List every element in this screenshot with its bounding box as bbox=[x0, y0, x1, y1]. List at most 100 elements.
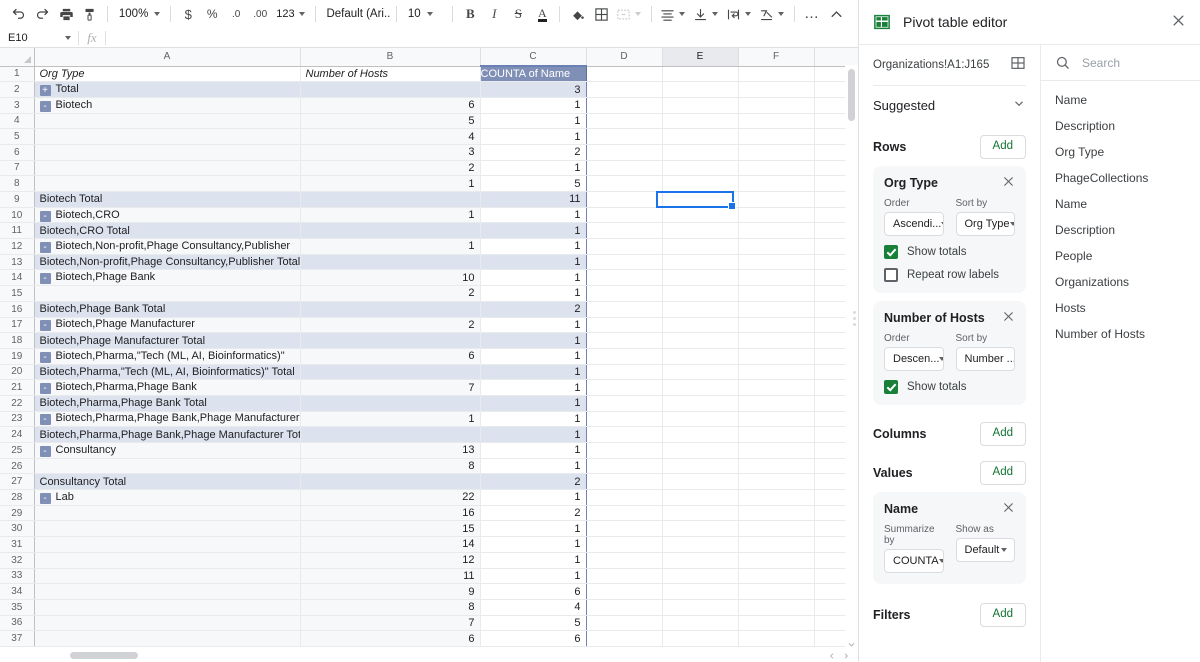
row-header[interactable]: 6 bbox=[0, 144, 35, 161]
cell-f6[interactable] bbox=[738, 144, 815, 161]
cell-b7[interactable]: 2 bbox=[300, 160, 481, 177]
cell-e13[interactable] bbox=[662, 254, 739, 271]
more-options-button[interactable]: … bbox=[800, 3, 824, 25]
row-header[interactable]: 26 bbox=[0, 458, 35, 475]
grid-row[interactable]: 4 51 bbox=[0, 113, 858, 130]
cell-d34[interactable] bbox=[586, 583, 663, 600]
show-totals-checkbox[interactable] bbox=[884, 245, 898, 259]
row-header[interactable]: 11 bbox=[0, 222, 35, 240]
remove-field-button[interactable] bbox=[1002, 501, 1015, 516]
cell-b29[interactable]: 16 bbox=[300, 505, 481, 522]
grid-row[interactable]: 23- Biotech,Pharma,Phage Bank,Phage Manuf… bbox=[0, 411, 858, 428]
collapse-group-icon[interactable]: - bbox=[39, 383, 51, 395]
cell-c33[interactable]: 1 bbox=[480, 568, 587, 585]
show-totals-row[interactable]: Show totals bbox=[884, 380, 1015, 394]
cell-e20[interactable] bbox=[662, 364, 739, 381]
grid-row[interactable]: 37 6 6 bbox=[0, 630, 858, 647]
sort-by-select[interactable]: Org Type bbox=[955, 212, 1015, 236]
grid[interactable]: A B C D E F 1 Org Type Number of Hosts COUN… bbox=[0, 48, 858, 662]
collapse-group-icon[interactable]: - bbox=[39, 492, 51, 504]
cell-b3[interactable]: 6 bbox=[300, 97, 481, 114]
row-header[interactable]: 36 bbox=[0, 615, 35, 632]
cell-a10[interactable]: - Biotech,CRO bbox=[34, 207, 301, 224]
cell-c18[interactable]: 1 bbox=[480, 332, 587, 349]
cell-d33[interactable] bbox=[586, 568, 663, 585]
cell-d4[interactable] bbox=[586, 113, 663, 130]
cell-b37[interactable]: 6 bbox=[300, 630, 481, 647]
cell-d2[interactable] bbox=[586, 81, 663, 98]
row-header[interactable]: 12 bbox=[0, 238, 35, 255]
cell-e14[interactable] bbox=[662, 269, 739, 287]
cell-a24[interactable]: Biotech,Pharma,Phage Bank,Phage Manufact… bbox=[34, 426, 301, 443]
cell-b31[interactable]: 14 bbox=[300, 536, 481, 553]
grid-row[interactable]: 35 8 4 bbox=[0, 599, 858, 616]
cell-f14[interactable] bbox=[738, 269, 815, 287]
cell-c35[interactable]: 4 bbox=[480, 599, 587, 616]
cell-f2[interactable] bbox=[738, 81, 815, 98]
cell-b15[interactable]: 2 bbox=[300, 285, 481, 302]
cell-f25[interactable] bbox=[738, 442, 815, 459]
cell-d23[interactable] bbox=[586, 411, 663, 428]
cell-d30[interactable] bbox=[586, 520, 663, 538]
cell-a26[interactable] bbox=[34, 458, 301, 475]
cell-c28[interactable]: 1 bbox=[480, 489, 587, 506]
grid-row[interactable]: 27 Consultancy Total 2 bbox=[0, 473, 858, 491]
select-range-button[interactable] bbox=[1010, 55, 1026, 76]
cell-d27[interactable] bbox=[586, 473, 663, 491]
grid-row[interactable]: 34 9 6 bbox=[0, 583, 858, 600]
row-header[interactable]: 10 bbox=[0, 207, 35, 224]
cell-f18[interactable] bbox=[738, 332, 815, 349]
vertical-align-selector[interactable] bbox=[690, 3, 723, 25]
grid-row[interactable]: 1 Org Type Number of Hosts COUNTA of Name bbox=[0, 66, 858, 83]
summarize-by-select[interactable]: COUNTA bbox=[884, 549, 944, 573]
cell-b12[interactable]: 1 bbox=[300, 238, 481, 255]
cell-a30[interactable] bbox=[34, 520, 301, 538]
cell-a5[interactable] bbox=[34, 128, 301, 145]
cell-e29[interactable] bbox=[662, 505, 739, 522]
font-family-selector[interactable]: Default (Ari... bbox=[320, 3, 391, 25]
cell-e6[interactable] bbox=[662, 144, 739, 161]
cell-d10[interactable] bbox=[586, 207, 663, 224]
row-header[interactable]: 19 bbox=[0, 348, 35, 365]
cell-f8[interactable] bbox=[738, 175, 815, 192]
cell-d12[interactable] bbox=[586, 238, 663, 255]
sheet-nav-arrows[interactable] bbox=[828, 651, 850, 661]
borders-button[interactable] bbox=[589, 3, 613, 25]
cell-d37[interactable] bbox=[586, 630, 663, 647]
field-list-item[interactable]: Org Type bbox=[1041, 139, 1200, 165]
cell-e35[interactable] bbox=[662, 599, 739, 616]
cell-a35[interactable] bbox=[34, 599, 301, 616]
grid-row[interactable]: 36 7 5 bbox=[0, 615, 858, 632]
cell-c10[interactable]: 1 bbox=[480, 207, 587, 224]
cell-b17[interactable]: 2 bbox=[300, 317, 481, 334]
cell-e32[interactable] bbox=[662, 552, 739, 569]
merge-cells-selector[interactable] bbox=[613, 3, 646, 25]
column-header-e[interactable]: E bbox=[662, 48, 739, 67]
cell-c24[interactable]: 1 bbox=[480, 426, 587, 443]
row-header[interactable]: 1 bbox=[0, 66, 35, 83]
repeat-row-labels-checkbox[interactable] bbox=[884, 268, 898, 282]
grid-row[interactable]: 17- Biotech,Phage Manufacturer 2 1 bbox=[0, 317, 858, 334]
cell-d32[interactable] bbox=[586, 552, 663, 569]
cell-a22[interactable]: Biotech,Pharma,Phage Bank Total bbox=[34, 395, 301, 412]
cell-b14[interactable]: 10 bbox=[300, 269, 481, 287]
cell-a27[interactable]: Consultancy Total bbox=[34, 473, 301, 491]
cell-b33[interactable]: 11 bbox=[300, 568, 481, 585]
cell-e2[interactable] bbox=[662, 81, 739, 98]
cell-d19[interactable] bbox=[586, 348, 663, 365]
cell-a37[interactable] bbox=[34, 630, 301, 647]
grid-row[interactable]: 20 Biotech,Pharma,"Tech (ML, AI, Bioinfor… bbox=[0, 364, 858, 381]
grid-row[interactable]: 15 2 1 bbox=[0, 285, 858, 302]
cell-f30[interactable] bbox=[738, 520, 815, 538]
cell-c4[interactable]: 1 bbox=[480, 113, 587, 130]
grid-row[interactable]: 9 Biotech Total 11 bbox=[0, 191, 858, 208]
cell-f27[interactable] bbox=[738, 473, 815, 491]
cell-d8[interactable] bbox=[586, 175, 663, 192]
cell-e16[interactable] bbox=[662, 301, 739, 318]
cell-a36[interactable] bbox=[34, 615, 301, 632]
cell-c1[interactable]: COUNTA of Name bbox=[480, 66, 587, 83]
cell-a3[interactable]: - Biotech bbox=[34, 97, 301, 114]
collapse-group-icon[interactable]: - bbox=[39, 210, 51, 222]
cell-d20[interactable] bbox=[586, 364, 663, 381]
cell-b18[interactable] bbox=[300, 332, 481, 349]
